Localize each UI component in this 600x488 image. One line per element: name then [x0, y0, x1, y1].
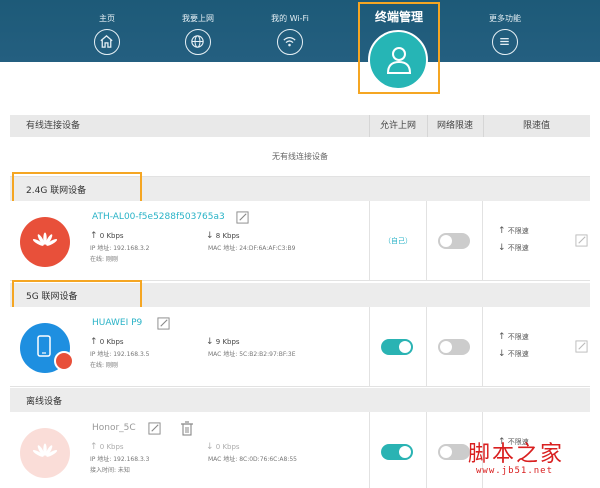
online-status: 在线: 刚刚	[90, 362, 118, 369]
nav-internet-label: 我要上网	[182, 14, 214, 23]
huawei-logo-icon	[20, 217, 70, 267]
ip-address: IP 地址: 192.168.3.5	[90, 351, 150, 358]
nav-item-home[interactable]: 主页	[62, 0, 152, 62]
arrow-up-icon: ↑	[90, 231, 98, 241]
download-speed: ↓ 9 Kbps	[206, 337, 240, 347]
arrow-down-icon: ↓	[206, 442, 214, 452]
mac-address: MAC 地址: 5C:B2:B2:97:BF:3E	[208, 351, 296, 358]
edit-icon[interactable]	[575, 234, 588, 247]
edit-icon[interactable]	[575, 340, 588, 353]
user-icon	[368, 30, 428, 90]
huawei-badge-icon	[54, 351, 74, 371]
speed-limit-toggle[interactable]	[438, 339, 470, 355]
header-network-limit: 网络限速	[436, 121, 473, 131]
section-offline: 离线设备	[10, 388, 590, 412]
arrow-up-icon: ↑	[498, 226, 506, 236]
edit-icon[interactable]	[236, 211, 249, 224]
upload-speed: ↑ 0 Kbps	[90, 231, 124, 241]
mac-address: MAC 地址: 8C:0D:76:6C:A8:55	[208, 456, 297, 463]
home-icon	[94, 29, 120, 55]
allow-column	[369, 307, 427, 386]
allow-internet-toggle[interactable]	[381, 444, 413, 460]
arrow-down-icon: ↓	[206, 231, 214, 241]
limit-column	[427, 307, 483, 386]
nav-wifi-label: 我的 Wi-Fi	[271, 14, 309, 23]
allow-internet-toggle[interactable]	[381, 339, 413, 355]
nav-home-label: 主页	[99, 14, 115, 23]
device-name: HUAWEI P9	[92, 318, 143, 328]
allow-column: （自己）	[369, 201, 427, 280]
arrow-up-icon: ↑	[90, 442, 98, 452]
limit-up-value: ↑ 不限速	[498, 332, 529, 342]
header-limit-value: 限速值	[522, 121, 550, 131]
self-device-tag: （自己）	[384, 237, 412, 245]
device-name: ATH-AL00-f5e5288f503765a3	[92, 212, 225, 222]
download-speed: ↓ 8 Kbps	[206, 231, 240, 241]
nav-item-internet[interactable]: 我要上网	[153, 0, 243, 62]
online-status: 在线: 刚刚	[90, 256, 118, 263]
limit-column	[427, 201, 483, 280]
table-header: 有线连接设备 允许上网 网络限速 限速值	[10, 115, 590, 137]
edit-icon[interactable]	[148, 422, 161, 435]
limit-down-value: ↓ 不限速	[498, 243, 529, 253]
arrow-up-icon: ↑	[90, 337, 98, 347]
menu-icon	[492, 29, 518, 55]
device-row: ATH-AL00-f5e5288f503765a3 ↑ 0 Kbps ↓ 8 K…	[10, 201, 590, 281]
device-name: Honor_5C	[92, 423, 136, 433]
arrow-down-icon: ↓	[498, 349, 506, 359]
watermark-url: www.jb51.net	[476, 466, 554, 476]
arrow-down-icon: ↓	[498, 243, 506, 253]
site-watermark: 脚本之家 www.jb51.net	[462, 436, 597, 486]
wifi-icon	[277, 29, 303, 55]
nav-item-terminal-management[interactable]: 终端管理	[358, 2, 440, 94]
trash-icon[interactable]	[180, 421, 194, 436]
header-allow-internet: 允许上网	[379, 121, 416, 131]
highlight-box-2-4g	[12, 172, 142, 204]
device-row: HUAWEI P9 ↑ 0 Kbps ↓ 9 Kbps IP 地址: 192.1…	[10, 307, 590, 387]
nav-more-label: 更多功能	[489, 14, 521, 23]
ip-address: IP 地址: 192.168.3.3	[90, 456, 150, 463]
upload-speed: ↑ 0 Kbps	[90, 442, 124, 452]
ip-address: IP 地址: 192.168.3.2	[90, 245, 150, 252]
no-wired-devices-text: 无有线连接设备	[272, 152, 328, 161]
edit-icon[interactable]	[157, 317, 170, 330]
header-wired-devices: 有线连接设备	[26, 121, 81, 131]
access-time: 接入时间: 未知	[90, 467, 130, 474]
upload-speed: ↑ 0 Kbps	[90, 337, 124, 347]
no-wired-devices-row: 无有线连接设备	[10, 137, 590, 177]
watermark-chinese: 脚本之家	[468, 442, 565, 467]
limit-down-value: ↓ 不限速	[498, 349, 529, 359]
mac-address: MAC 地址: 24:DF:6A:AF:C3:B9	[208, 245, 296, 252]
nav-item-more[interactable]: 更多功能	[460, 0, 550, 62]
nav-terminal-label: 终端管理	[374, 10, 423, 24]
globe-icon	[185, 29, 211, 55]
speed-limit-toggle[interactable]	[438, 233, 470, 249]
arrow-down-icon: ↓	[206, 337, 214, 347]
download-speed: ↓ 0 Kbps	[206, 442, 240, 452]
top-nav-bar: 主页 我要上网 我的 Wi-Fi 更多功能	[0, 0, 600, 62]
section-offline-title: 离线设备	[26, 397, 63, 407]
huawei-logo-icon	[20, 428, 70, 478]
limit-up-value: ↑ 不限速	[498, 226, 529, 236]
arrow-up-icon: ↑	[498, 332, 506, 342]
nav-item-wifi[interactable]: 我的 Wi-Fi	[245, 0, 335, 62]
allow-column	[369, 412, 427, 488]
